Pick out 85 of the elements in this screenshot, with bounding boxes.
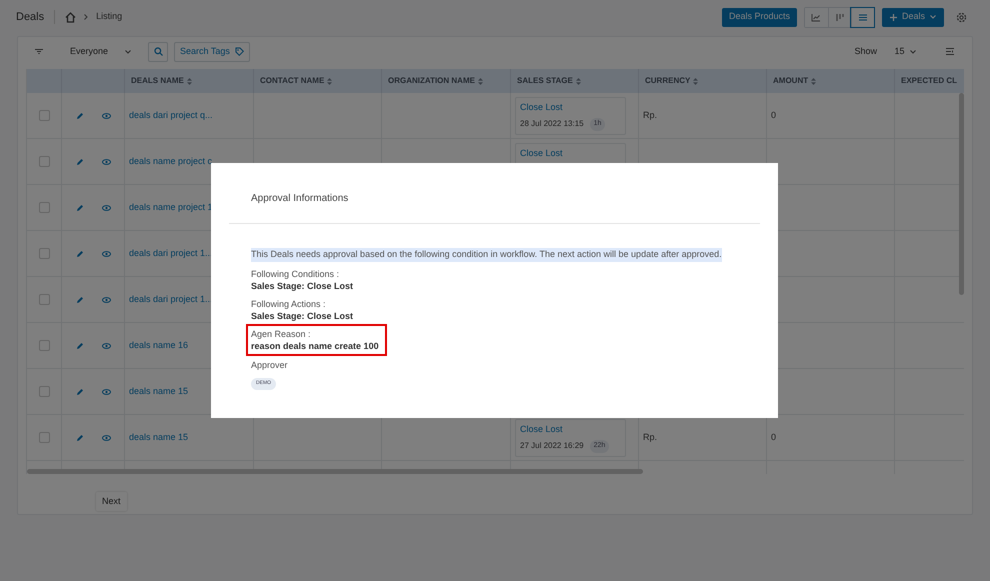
deal-link[interactable]: deals name 16: [129, 338, 188, 352]
horizontal-scrollbar[interactable]: [27, 469, 643, 474]
filter-icon: [35, 49, 43, 54]
home-icon: [65, 12, 76, 22]
stage-date: 27 Jul 2022 16:29: [520, 440, 584, 452]
pencil-icon: [76, 250, 84, 258]
stage-date: 28 Jul 2022 13:15: [520, 118, 584, 130]
field-label: Agen Reason :: [251, 328, 311, 340]
plus-icon: [890, 14, 897, 20]
row-checkbox[interactable]: [38, 248, 50, 259]
dialog-title: Approval Informations: [251, 193, 348, 204]
eye-icon: [102, 204, 110, 210]
sort-icon: [576, 78, 581, 84]
stage-link[interactable]: Close Lost: [520, 146, 621, 160]
deal-link[interactable]: deals name project c: [129, 154, 212, 168]
sort-icon: [327, 78, 332, 84]
pencil-icon: [76, 112, 84, 120]
add-deal-button[interactable]: Deals: [882, 8, 944, 26]
deals-products-button[interactable]: Deals Products: [722, 8, 797, 26]
eye-icon: [102, 158, 110, 164]
vertical-scrollbar[interactable]: [959, 93, 964, 295]
row-checkbox[interactable]: [38, 110, 50, 121]
caret-icon: [930, 15, 936, 19]
field-value: Sales Stage: Close Lost: [251, 310, 354, 322]
caret-icon: [125, 50, 131, 54]
field-label: Approver: [251, 358, 288, 372]
stage-link[interactable]: Close Lost: [520, 422, 621, 436]
breadcrumb-item[interactable]: Listing: [96, 10, 122, 24]
field-value: reason deals name create 100: [251, 340, 379, 352]
eye-icon: [102, 388, 110, 394]
eye-icon: [102, 250, 110, 256]
sort-icon: [186, 78, 192, 84]
column-header[interactable]: DEALS NAME: [131, 75, 192, 87]
chart-icon: [811, 12, 822, 22]
eye-icon: [102, 112, 110, 118]
row-checkbox[interactable]: [38, 156, 50, 167]
pencil-icon: [76, 158, 84, 166]
stage-link[interactable]: Close Lost: [520, 100, 621, 114]
search-icon: [154, 47, 162, 56]
eye-icon: [102, 434, 110, 440]
column-header[interactable]: CONTACT NAME: [260, 75, 332, 87]
table-cell-text: Rp.: [643, 430, 658, 444]
deal-link[interactable]: deals dari project q...: [129, 108, 213, 122]
tag-icon: [234, 47, 244, 56]
row-checkbox[interactable]: [38, 432, 50, 443]
pencil-icon: [76, 342, 84, 350]
eye-icon: [102, 342, 110, 348]
row-checkbox[interactable]: [38, 386, 50, 397]
table-cell-text: 0: [771, 108, 776, 122]
table-cell-text: Rp.: [643, 108, 658, 122]
column-header[interactable]: AMOUNT: [773, 75, 816, 87]
pencil-icon: [76, 296, 84, 304]
chevron-icon: [84, 14, 88, 20]
show-label: Show: [854, 44, 877, 58]
caret-icon: [910, 50, 916, 54]
column-header[interactable]: SALES STAGE: [517, 75, 581, 87]
row-checkbox[interactable]: [38, 340, 50, 351]
row-checkbox[interactable]: [38, 294, 50, 305]
approval-notice: This Deals needs approval based on the following condition in workflow. The next action will be update after approved.: [251, 248, 722, 262]
column-header[interactable]: EXPECTED CL: [901, 75, 958, 87]
deal-link[interactable]: deals name 15: [129, 384, 188, 398]
pencil-icon: [76, 388, 84, 396]
page-title: Deals: [16, 10, 44, 25]
deal-link[interactable]: deals name 15: [129, 430, 188, 444]
search-button[interactable]: [148, 42, 168, 62]
table-cell-text: 0: [771, 430, 776, 444]
list-icon: [858, 12, 868, 22]
settings-icon: [956, 12, 967, 22]
field-label: Following Actions :: [251, 298, 326, 310]
field-value: Sales Stage: Close Lost: [251, 280, 354, 292]
sort-icon: [811, 78, 816, 84]
pencil-icon: [76, 204, 84, 212]
row-checkbox[interactable]: [38, 202, 50, 213]
sort-icon: [693, 78, 698, 84]
eye-icon: [102, 296, 110, 302]
owner-dropdown[interactable]: Everyone: [62, 42, 139, 62]
page-size-dropdown[interactable]: 15: [887, 42, 923, 62]
view-toggle[interactable]: [850, 8, 874, 26]
column-header[interactable]: ORGANIZATION NAME: [388, 75, 483, 87]
field-label: Following Conditions :: [251, 268, 340, 280]
search-tags-button[interactable]: Search Tags: [174, 42, 250, 62]
column-header[interactable]: CURRENCY: [645, 75, 698, 87]
sort-icon: [478, 78, 483, 84]
pencil-icon: [76, 434, 84, 442]
next-button[interactable]: Next: [96, 492, 127, 512]
